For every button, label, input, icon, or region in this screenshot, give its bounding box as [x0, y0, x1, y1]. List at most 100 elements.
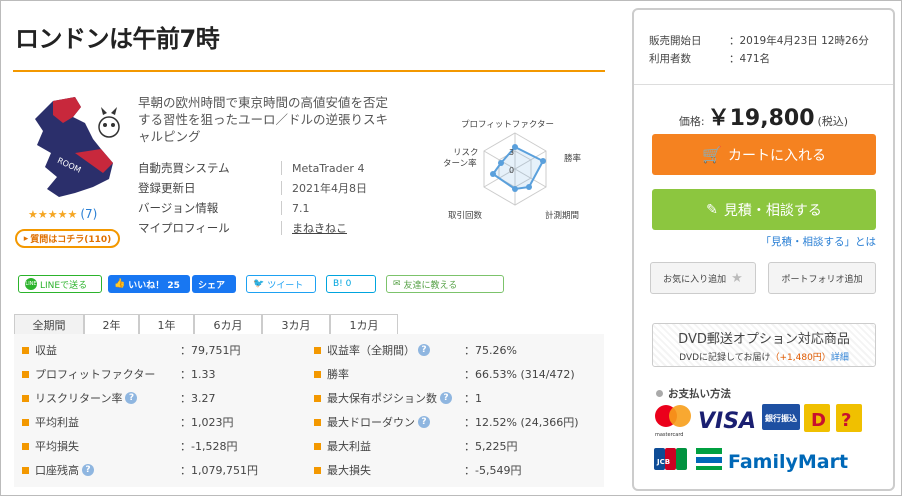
stat-value: ：79,751円: [180, 344, 241, 357]
info-label: 登録更新日: [138, 181, 282, 195]
portfolio-label: ポートフォリオ追加: [781, 274, 863, 285]
tab-all[interactable]: 全期間: [14, 314, 84, 335]
add-to-cart-button[interactable]: 🛒 カートに入れる: [652, 134, 876, 175]
svg-text:?: ?: [841, 410, 851, 431]
add-favorite-button[interactable]: お気に入り追加 ★: [650, 262, 756, 294]
mail-icon: ✉: [393, 279, 401, 289]
tab-3m[interactable]: 3カ月: [262, 314, 330, 335]
stat-label: 口座残高: [35, 464, 79, 477]
stat-label: 最大保有ポジション数: [327, 392, 437, 405]
profile-link[interactable]: まねきねこ: [282, 220, 347, 236]
stat-row: 平均損失 ：-1,528円: [22, 434, 237, 458]
tab-2y[interactable]: 2年: [84, 314, 139, 335]
radar-tick-0: 0: [509, 166, 514, 175]
like-label: いいね！ 25: [128, 280, 180, 291]
familymart-logo: FamilyMart: [696, 448, 848, 473]
line-icon: LINE: [25, 278, 37, 290]
facebook-share-button[interactable]: シェア: [192, 275, 236, 293]
radar-label-winrate: 勝率: [564, 153, 582, 164]
page-title: ロンドンは午前7時: [15, 25, 220, 53]
price-amount: ￥19,800: [707, 106, 815, 131]
add-portfolio-button[interactable]: ポートフォリオ追加: [768, 262, 876, 294]
tell-friend-button[interactable]: ✉ 友達に教える: [386, 275, 504, 293]
docomo-payment-logo: D: [804, 404, 830, 432]
stat-value: ：-1,528円: [180, 440, 238, 453]
info-value: MetaTrader 4: [292, 161, 365, 175]
radar-tick-3: 3: [509, 148, 514, 157]
dvd-detail-link[interactable]: 詳細: [831, 353, 849, 363]
help-icon[interactable]: ?: [418, 344, 430, 356]
help-icon[interactable]: ?: [440, 392, 452, 404]
period-tabs: 全期間 2年 1年 6カ月 3カ月 1カ月: [14, 314, 398, 335]
info-value: 7.1: [292, 201, 310, 215]
radar-series: [491, 145, 545, 191]
hatena-bookmark-button[interactable]: B! 0: [326, 275, 376, 293]
product-image: ROOM: [35, 97, 120, 197]
help-icon[interactable]: ?: [418, 416, 430, 428]
stat-row: 最大保有ポジション数? ：1: [314, 386, 482, 410]
radar-label-trades: 取引回数: [448, 210, 483, 221]
estimate-button[interactable]: ✎ 見積・相談する: [652, 189, 876, 230]
rating[interactable]: ★★★★★ (7): [28, 207, 97, 221]
help-icon[interactable]: ?: [125, 392, 138, 404]
line-share-button[interactable]: LINE LINEで送る: [18, 275, 102, 293]
help-icon[interactable]: ?: [82, 464, 94, 476]
stat-row: プロフィットファクター ：1.33: [22, 362, 216, 386]
tab-1y[interactable]: 1年: [139, 314, 194, 335]
review-count-link[interactable]: (7): [80, 207, 97, 221]
stat-value: ：12.52% (24,366円): [464, 416, 579, 429]
price-label: 価格:: [678, 115, 705, 128]
radar-chart: プロフィットファクター 勝率 計測期間 取引回数 リスク ターン率 3 0: [443, 120, 582, 221]
svg-text:D: D: [811, 410, 826, 431]
payment-title-label: お支払い方法: [668, 388, 731, 400]
stat-row: リスクリターン率? ：3.27: [22, 386, 216, 410]
hatena-label: B! 0: [333, 279, 352, 289]
title-divider: [13, 70, 605, 72]
stat-label: 最大ドローダウン: [327, 416, 415, 429]
stat-value: ：66.53% (314/472): [464, 368, 575, 381]
dvd-title: DVD郵送オプション対応商品: [678, 332, 850, 347]
facebook-like-button[interactable]: 👍 いいね！ 25: [108, 275, 190, 293]
estimate-info-link[interactable]: 「見積・相談する」とは: [761, 234, 877, 249]
tweet-button[interactable]: 🐦 ツイート: [246, 275, 316, 293]
stat-row: 最大損失 ：-5,549円: [314, 458, 521, 482]
product-description: 早朝の欧州時間で東京時間の高値安値を否定する習性を狙ったユーロ／ドルの逆張りスキ…: [138, 95, 389, 144]
info-label: マイプロフィール: [138, 221, 282, 235]
price: 価格: ￥19,800 (税込): [634, 100, 893, 132]
jcb-logo: JCB: [654, 448, 687, 470]
dvd-sub: DVDに記録してお届け: [679, 353, 771, 363]
payment-methods-title: お支払い方法: [656, 386, 731, 401]
daily-payment-logo: ?: [836, 404, 862, 432]
radar-label-return: ターン率: [443, 158, 477, 169]
tweet-label: ツイート: [267, 280, 304, 291]
info-value: 2021年4月8日: [292, 182, 367, 195]
question-button[interactable]: ▸ 質問はコチラ(110): [15, 229, 120, 248]
line-share-label: LINEで送る: [40, 280, 88, 291]
tab-1m[interactable]: 1カ月: [330, 314, 398, 335]
users-label: 利用者数: [649, 52, 691, 65]
radar-label-pf: プロフィットファクター: [461, 120, 554, 130]
estimate-label: 見積・相談する: [723, 202, 822, 219]
stat-value: ：75.26%: [464, 344, 517, 357]
tab-6m[interactable]: 6カ月: [194, 314, 262, 335]
stat-row: 最大利益 ：5,225円: [314, 434, 518, 458]
svg-text:FamilyMart: FamilyMart: [728, 451, 848, 473]
info-row: バージョン情報 7.1: [138, 198, 367, 218]
stat-row: 口座残高? ：1,079,751円: [22, 458, 258, 482]
cart-label: カートに入れる: [727, 147, 826, 164]
stat-label: 収益率（全期間）: [327, 344, 415, 357]
stat-row: 平均利益 ：1,023円: [22, 410, 234, 434]
thumbs-up-icon: 👍: [114, 279, 126, 289]
stat-value: ：5,225円: [464, 440, 518, 453]
stat-label: 最大損失: [327, 464, 371, 477]
info-row: マイプロフィール まねきねこ: [138, 218, 367, 238]
performance-stats: 収益 ：79,751円 プロフィットファクター ：1.33 リスクリターン率? ：3.…: [14, 334, 604, 487]
stat-label: 平均損失: [35, 440, 79, 453]
stat-value: ：1,023円: [180, 416, 234, 429]
stat-label: 平均利益: [35, 416, 79, 429]
stat-row: 収益 ：79,751円: [22, 338, 241, 362]
payment-logos: mastercard VISA 銀行振込 D ? JCB FamilyMart: [654, 404, 862, 473]
dvd-price: （+1,480円）: [770, 353, 831, 363]
stat-value: ：3.27: [180, 392, 216, 405]
twitter-bird-icon: 🐦: [253, 279, 265, 289]
